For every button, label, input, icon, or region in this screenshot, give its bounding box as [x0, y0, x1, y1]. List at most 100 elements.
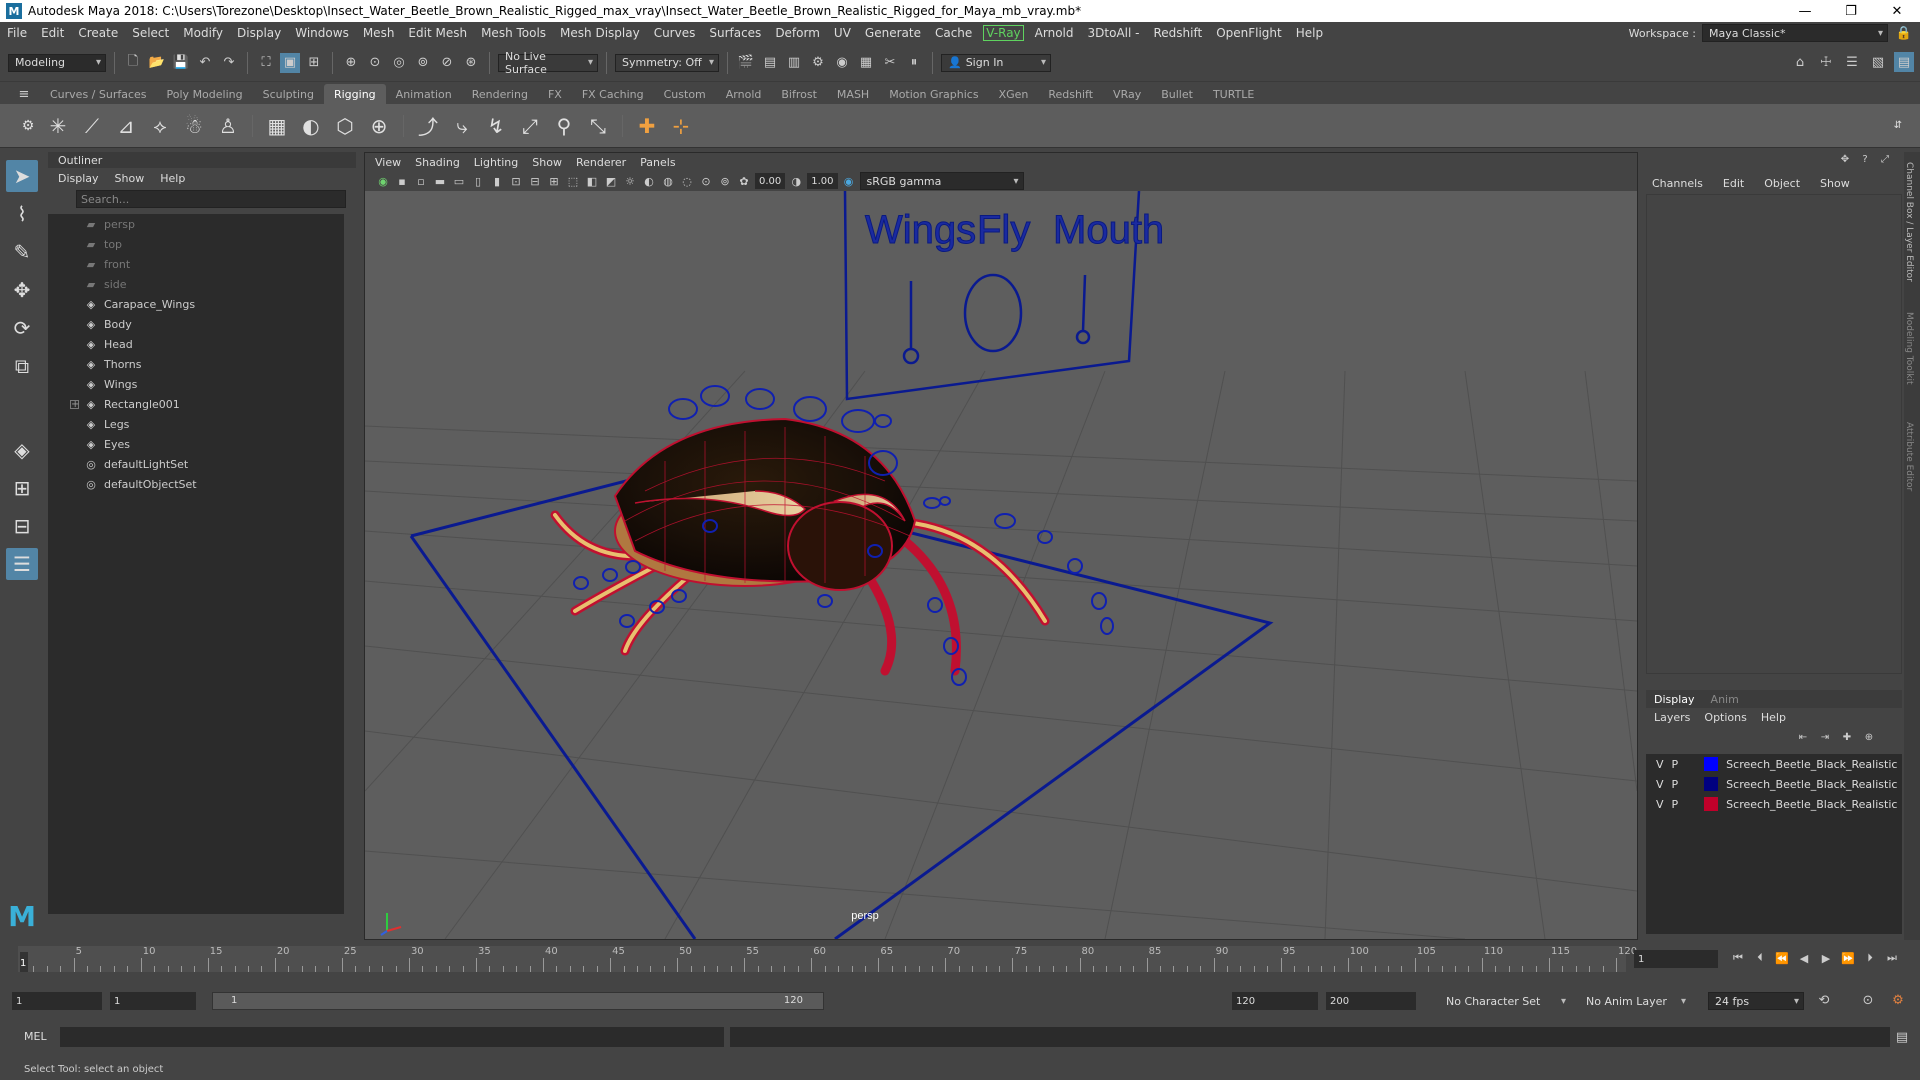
move-tool-icon[interactable]: ✥: [6, 274, 38, 306]
menu-surfaces[interactable]: Surfaces: [702, 26, 768, 40]
layer-visibility-toggle[interactable]: V: [1656, 778, 1664, 791]
sign-in-dropdown[interactable]: 👤 Sign In: [941, 53, 1051, 72]
move-layer-up-icon[interactable]: ⇤: [1796, 730, 1810, 744]
close-button[interactable]: ✕: [1874, 0, 1920, 22]
bind-skin-icon[interactable]: ▦: [263, 112, 291, 140]
pause-icon[interactable]: ⏸: [904, 53, 924, 73]
menu-generate[interactable]: Generate: [858, 26, 928, 40]
scale-constraint-icon[interactable]: ⤢: [516, 112, 544, 140]
select-component-icon[interactable]: ⊞: [304, 53, 324, 73]
cluster-icon[interactable]: ⊕: [365, 112, 393, 140]
select-hierarchy-icon[interactable]: ⛶: [256, 53, 276, 73]
vp-menu-lighting[interactable]: Lighting: [474, 156, 518, 169]
new-scene-icon[interactable]: 🗋: [123, 53, 143, 73]
camera-attr-icon[interactable]: ▪: [394, 173, 410, 189]
gamma-field[interactable]: 1.00: [807, 173, 838, 189]
outliner-item[interactable]: ◈ Legs: [48, 414, 344, 434]
menu-openflight[interactable]: OpenFlight: [1209, 26, 1289, 40]
shelf-tab-vray[interactable]: VRay: [1103, 84, 1151, 104]
pole-vector-icon[interactable]: ⤡: [584, 112, 612, 140]
menu-cache[interactable]: Cache: [928, 26, 979, 40]
menu-file[interactable]: File: [0, 26, 34, 40]
outliner-item[interactable]: ◈ Body: [48, 314, 344, 334]
layer-menu-options[interactable]: Options: [1704, 711, 1746, 724]
shelf-scroll-icon[interactable]: ⇵: [1884, 112, 1912, 140]
play-forwards-icon[interactable]: ▶: [1818, 950, 1834, 966]
layer-row[interactable]: V P Screech_Beetle_Black_Realistic: [1646, 754, 1902, 774]
animation-end-field[interactable]: 200: [1326, 992, 1416, 1010]
layer-row[interactable]: V P Screech_Beetle_Black_Realistic: [1646, 794, 1902, 814]
select-tool-icon[interactable]: ➤: [6, 160, 38, 192]
layer-playback-toggle[interactable]: P: [1672, 798, 1679, 811]
anim-layer-dropdown[interactable]: No Anim Layer: [1580, 992, 1690, 1010]
single-view-icon[interactable]: ◈: [6, 434, 38, 466]
grid-icon[interactable]: ⊞: [546, 173, 562, 189]
layer-tab-anim[interactable]: Anim: [1711, 693, 1739, 706]
outliner-item[interactable]: ▰ persp: [48, 214, 344, 234]
outliner-search-input[interactable]: Search...: [76, 190, 346, 208]
vp-menu-panels[interactable]: Panels: [640, 156, 675, 169]
3d-scene[interactable]: Wings Fly Mouth persp: [365, 191, 1637, 939]
menu-display[interactable]: Display: [230, 26, 288, 40]
command-input[interactable]: [60, 1027, 724, 1047]
cb-help-icon[interactable]: ?: [1858, 152, 1872, 166]
anim-prefs-icon[interactable]: ⚙: [1888, 990, 1908, 1010]
menu-create[interactable]: Create: [71, 26, 125, 40]
step-forward-icon[interactable]: ⏵: [1862, 950, 1878, 966]
hypershade-icon[interactable]: ◉: [832, 53, 852, 73]
vray-ipr-icon[interactable]: ✂: [880, 53, 900, 73]
menu-mesh[interactable]: Mesh: [356, 26, 402, 40]
gate-mask-icon[interactable]: ▮: [489, 173, 505, 189]
outliner-menu-display[interactable]: Display: [58, 172, 99, 185]
parent-constraint-icon[interactable]: ⚲: [550, 112, 578, 140]
outliner-layout-icon[interactable]: ☰: [6, 548, 38, 580]
cb-menu-channels[interactable]: Channels: [1652, 177, 1703, 190]
shelf-tab-sculpting[interactable]: Sculpting: [253, 84, 324, 104]
rotate-tool-icon[interactable]: ⟳: [6, 312, 38, 344]
cb-float-icon[interactable]: ⤢: [1878, 152, 1892, 166]
layer-color-swatch[interactable]: [1704, 777, 1719, 791]
camera-select-icon[interactable]: ◉: [375, 173, 391, 189]
layer-row[interactable]: V P Screech_Beetle_Black_Realistic: [1646, 774, 1902, 794]
layer-playback-toggle[interactable]: P: [1672, 778, 1679, 791]
new-layer-selected-icon[interactable]: ⊕: [1862, 730, 1876, 744]
playback-start-field[interactable]: 1: [110, 992, 196, 1010]
outliner-item[interactable]: ◈ Thorns: [48, 354, 344, 374]
restore-button[interactable]: ❐: [1828, 0, 1874, 22]
ambient-occlusion-icon[interactable]: ◍: [660, 173, 676, 189]
menu-help[interactable]: Help: [1289, 26, 1330, 40]
vp-menu-view[interactable]: View: [375, 156, 401, 169]
snap-curve-icon[interactable]: ⊙: [365, 53, 385, 73]
render-settings-icon[interactable]: ⚙: [808, 53, 828, 73]
vp-menu-show[interactable]: Show: [532, 156, 562, 169]
shelf-menu-icon[interactable]: ≡: [14, 84, 34, 104]
exposure-field[interactable]: 0.00: [755, 173, 786, 189]
quick-rig-icon[interactable]: ☃: [180, 112, 208, 140]
two-view-icon[interactable]: ⊟: [6, 510, 38, 542]
new-layer-icon[interactable]: ✚: [1840, 730, 1854, 744]
go-to-end-icon[interactable]: ⏭: [1884, 950, 1900, 966]
gamma-icon[interactable]: ◑: [788, 173, 804, 189]
film-gate-icon[interactable]: ▭: [451, 173, 467, 189]
cb-menu-object[interactable]: Object: [1764, 177, 1800, 190]
menu-curves[interactable]: Curves: [647, 26, 703, 40]
outliner-item[interactable]: ◎ defaultObjectSet: [48, 474, 344, 494]
render-frame-icon[interactable]: 🎬: [736, 53, 756, 73]
shelf-settings-icon[interactable]: ⚙: [14, 112, 42, 140]
motion-blur-icon[interactable]: ◌: [679, 173, 695, 189]
human-ik-icon[interactable]: ♙: [214, 112, 242, 140]
shelf-tab-fx-caching[interactable]: FX Caching: [572, 84, 654, 104]
side-tab-attribute-editor[interactable]: Attribute Editor: [1904, 412, 1914, 522]
expand-icon[interactable]: +: [70, 399, 79, 409]
menu-edit[interactable]: Edit: [34, 26, 71, 40]
layer-menu-help[interactable]: Help: [1761, 711, 1786, 724]
shadows-icon[interactable]: ◐: [641, 173, 657, 189]
cb-lock-icon[interactable]: ✥: [1838, 152, 1852, 166]
menu-uv[interactable]: UV: [827, 26, 858, 40]
menu-modify[interactable]: Modify: [176, 26, 230, 40]
lock-icon[interactable]: 🔒: [1894, 23, 1914, 43]
shelf-tab-redshift[interactable]: Redshift: [1038, 84, 1103, 104]
layer-visibility-toggle[interactable]: V: [1656, 798, 1664, 811]
menu-select[interactable]: Select: [125, 26, 176, 40]
render-sequence-icon[interactable]: ▤: [760, 53, 780, 73]
